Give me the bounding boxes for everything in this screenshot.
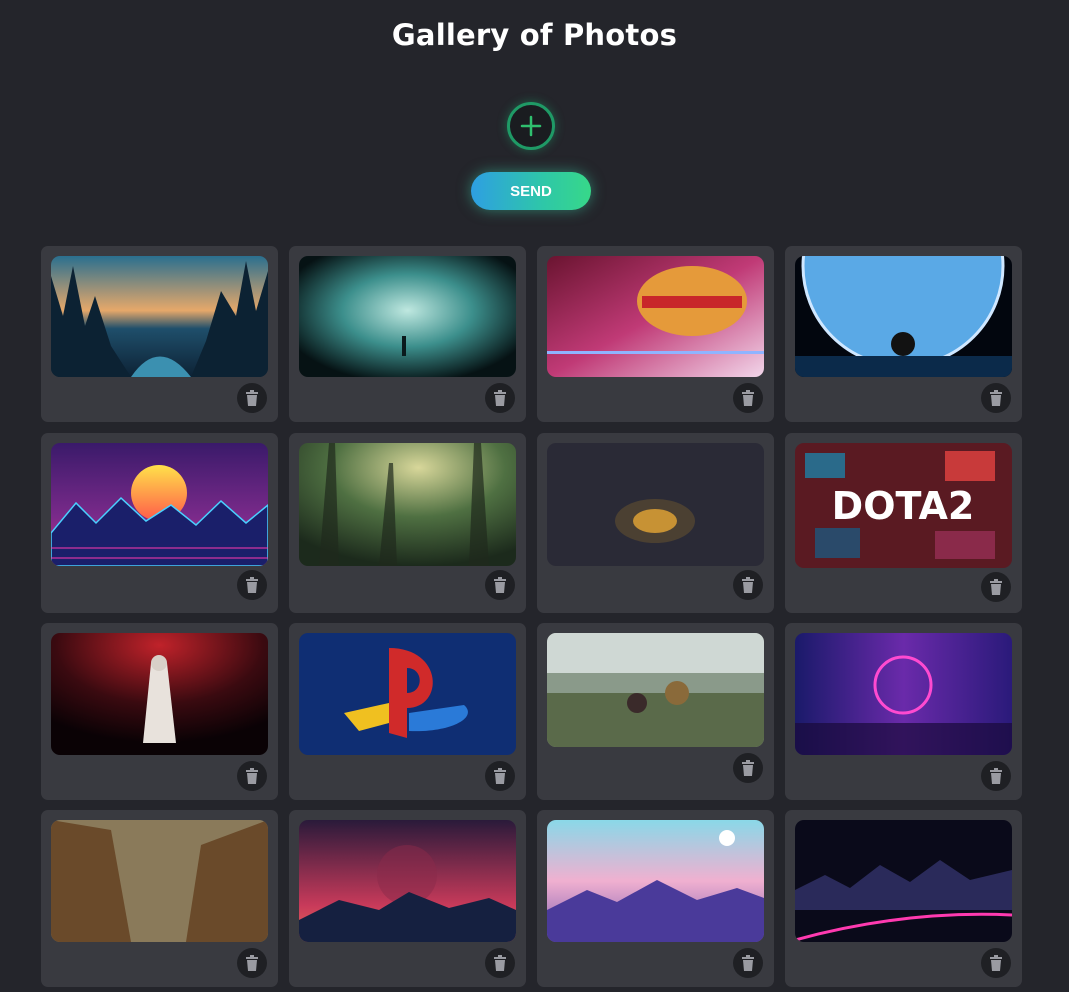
- photo-thumbnail[interactable]: [547, 820, 764, 942]
- photo-thumbnail[interactable]: [795, 633, 1012, 755]
- photo-thumbnail[interactable]: [547, 633, 764, 747]
- photo-thumbnail[interactable]: [51, 443, 268, 566]
- photo-gallery: DOTA2: [41, 246, 1022, 987]
- page-title: Gallery of Photos: [391, 18, 678, 52]
- trash-icon: [246, 390, 258, 406]
- trash-icon: [990, 768, 1002, 784]
- photo-card: [289, 246, 526, 422]
- trash-icon: [742, 760, 754, 776]
- trash-icon: [246, 768, 258, 784]
- delete-button[interactable]: [733, 948, 763, 978]
- delete-button[interactable]: [485, 570, 515, 600]
- photo-card: DOTA2: [785, 433, 1022, 613]
- photo-thumbnail[interactable]: DOTA2: [795, 443, 1012, 568]
- trash-icon: [990, 390, 1002, 406]
- photo-card: [41, 433, 278, 613]
- delete-button[interactable]: [485, 761, 515, 791]
- trash-icon: [494, 577, 506, 593]
- photo-card: [289, 433, 526, 613]
- delete-button[interactable]: [733, 753, 763, 783]
- photo-card: [41, 623, 278, 800]
- trash-icon: [246, 955, 258, 971]
- trash-icon: [990, 579, 1002, 595]
- delete-button[interactable]: [237, 948, 267, 978]
- delete-button[interactable]: [981, 572, 1011, 602]
- delete-button[interactable]: [733, 570, 763, 600]
- trash-icon: [990, 955, 1002, 971]
- photo-card: [41, 246, 278, 422]
- delete-button[interactable]: [485, 948, 515, 978]
- delete-button[interactable]: [981, 948, 1011, 978]
- trash-icon: [494, 768, 506, 784]
- photo-card: [785, 246, 1022, 422]
- photo-card: [537, 810, 774, 987]
- photo-card: [289, 623, 526, 800]
- photo-thumbnail[interactable]: [795, 256, 1012, 377]
- delete-button[interactable]: [733, 383, 763, 413]
- photo-card: [537, 246, 774, 422]
- photo-card: [537, 623, 774, 800]
- plus-icon: [520, 115, 542, 137]
- trash-icon: [742, 955, 754, 971]
- photo-thumbnail[interactable]: [299, 443, 516, 566]
- photo-card: [785, 810, 1022, 987]
- trash-icon: [246, 577, 258, 593]
- photo-card: [289, 810, 526, 987]
- photo-thumbnail[interactable]: [299, 633, 516, 755]
- photo-card: [537, 433, 774, 613]
- photo-thumbnail[interactable]: [795, 820, 1012, 942]
- delete-button[interactable]: [981, 383, 1011, 413]
- photo-thumbnail[interactable]: [547, 443, 764, 566]
- trash-icon: [742, 577, 754, 593]
- delete-button[interactable]: [237, 761, 267, 791]
- photo-thumbnail[interactable]: [51, 633, 268, 755]
- photo-thumbnail[interactable]: [299, 256, 516, 377]
- send-button[interactable]: SEND: [471, 172, 591, 210]
- photo-thumbnail[interactable]: [547, 256, 764, 377]
- photo-thumbnail[interactable]: [51, 820, 268, 942]
- trash-icon: [494, 390, 506, 406]
- delete-button[interactable]: [237, 383, 267, 413]
- dota-caption: DOTA2: [832, 484, 975, 528]
- add-photo-button[interactable]: [507, 102, 555, 150]
- trash-icon: [742, 390, 754, 406]
- photo-thumbnail[interactable]: [299, 820, 516, 942]
- photo-thumbnail[interactable]: [51, 256, 268, 377]
- delete-button[interactable]: [485, 383, 515, 413]
- photo-card: [41, 810, 278, 987]
- trash-icon: [494, 955, 506, 971]
- photo-card: [785, 623, 1022, 800]
- delete-button[interactable]: [981, 761, 1011, 791]
- delete-button[interactable]: [237, 570, 267, 600]
